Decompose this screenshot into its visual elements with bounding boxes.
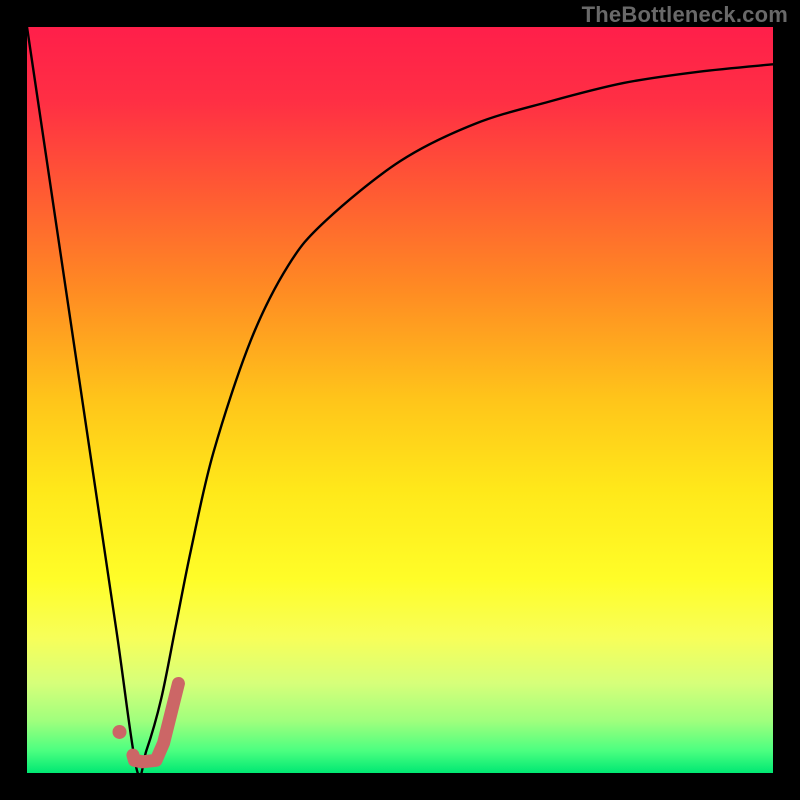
gradient-background: [27, 27, 773, 773]
bottleneck-chart: [27, 27, 773, 773]
watermark-text: TheBottleneck.com: [582, 2, 788, 28]
chart-frame: TheBottleneck.com: [0, 0, 800, 800]
marker-dot: [113, 725, 127, 739]
